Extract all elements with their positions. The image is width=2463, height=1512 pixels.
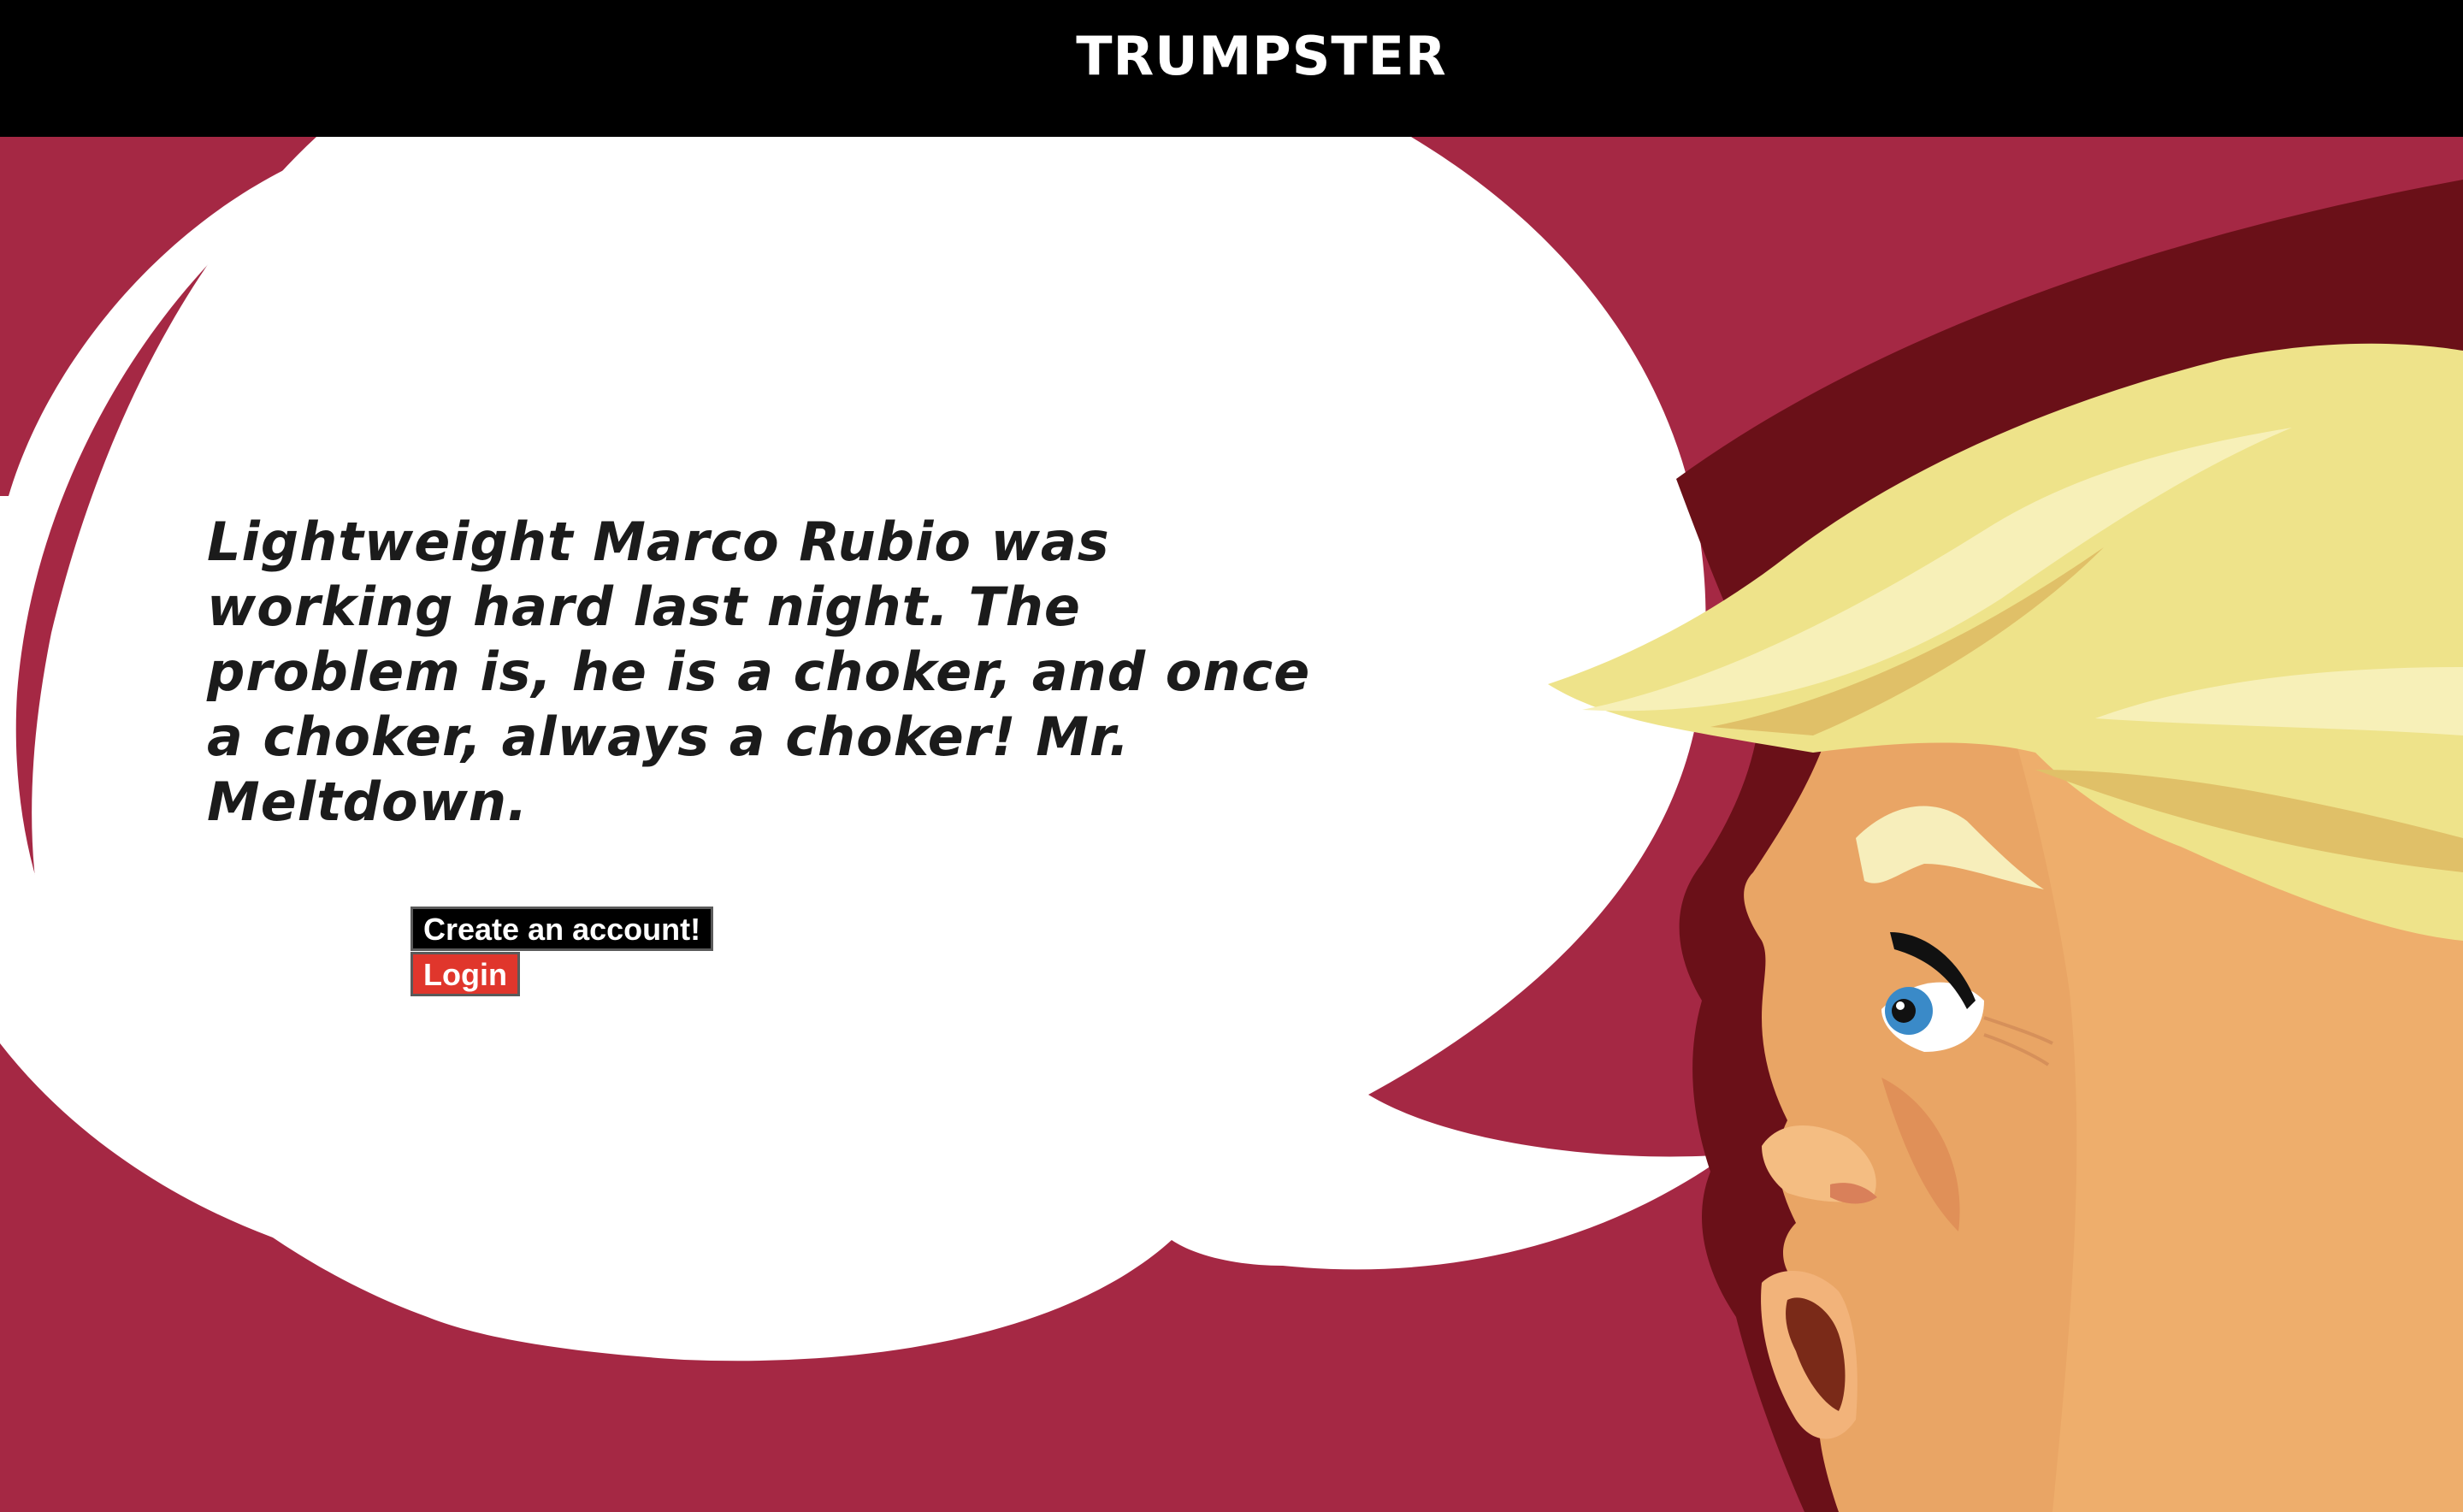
login-button[interactable]: Login xyxy=(410,952,520,996)
app-title: TRUMPSTER xyxy=(1076,24,1447,87)
trump-quote: Lightweight Marco Rubio was working hard… xyxy=(207,511,1311,833)
hero-section: Lightweight Marco Rubio was working hard… xyxy=(0,137,2463,1512)
create-account-button[interactable]: Create an account! xyxy=(410,907,714,951)
top-bar: TRUMPSTER xyxy=(0,0,2463,137)
